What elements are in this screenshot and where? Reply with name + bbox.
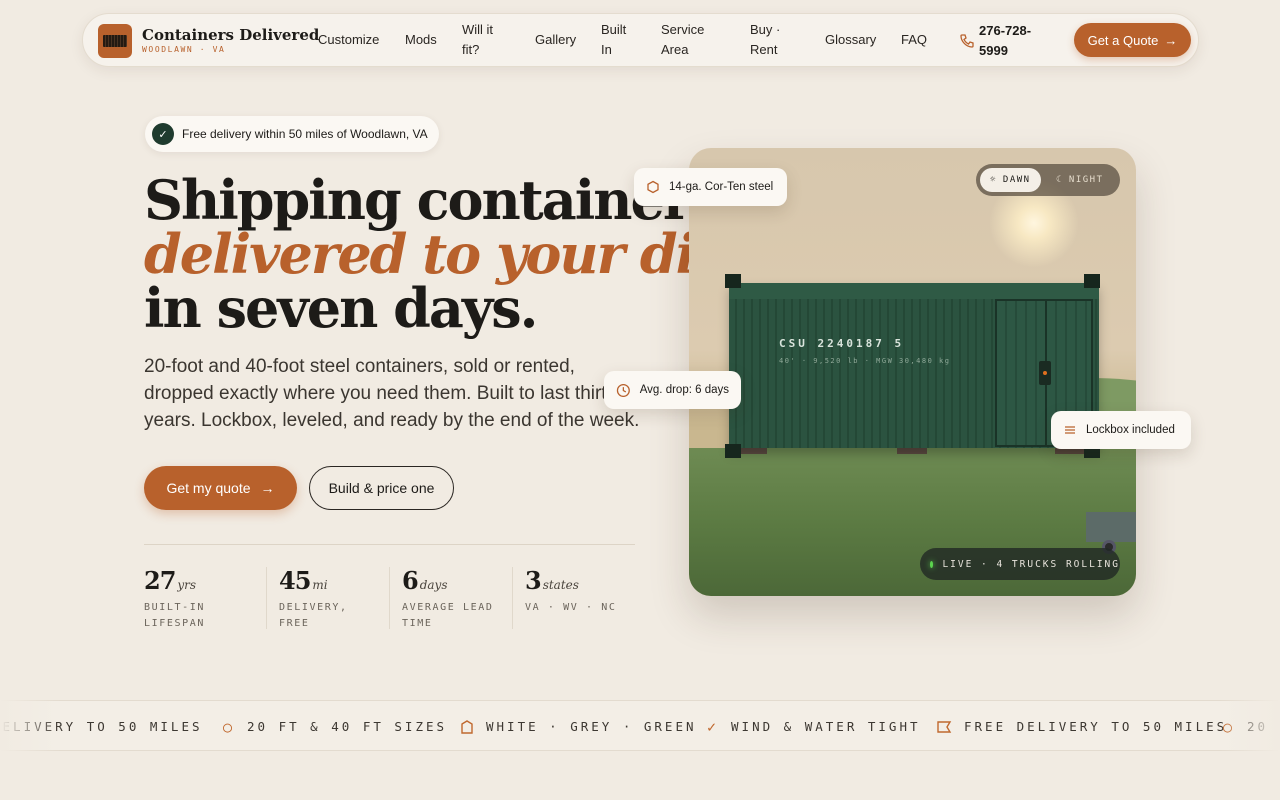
build-and-price-button[interactable]: Build & price one	[309, 466, 454, 510]
nav-link-will-it-fit[interactable]: Will it fit?	[462, 20, 506, 60]
check-icon: ✓	[707, 717, 720, 736]
dawn-night-toggle[interactable]: ☼ DAWN ☾ NIGHT	[976, 164, 1120, 196]
marquee-fade-right	[1220, 700, 1280, 751]
check-icon: ✓	[152, 123, 174, 145]
stat-label: VA · WV · NC	[525, 602, 617, 613]
headline-line-3: in seven days.	[144, 276, 538, 340]
top-navbar: Containers Delivered WOODLAWN · VA Custo…	[82, 13, 1199, 67]
nav-link-buy-rent[interactable]: Buy · Rent	[750, 20, 784, 60]
get-a-quote-label: Get a Quote	[1087, 32, 1159, 48]
marquee-item: ✓ WIND & WATER TIGHT	[707, 701, 921, 750]
nav-link-customize[interactable]: Customize	[318, 30, 379, 50]
live-status-pill: LIVE · 4 TRUCKS ROLLING	[920, 548, 1120, 580]
marquee-fade-left	[0, 700, 60, 751]
stat-delivery: 45 mi DELIVERY, FREE	[279, 566, 379, 632]
nav-link-built-in[interactable]: Built In	[601, 20, 633, 60]
stat-separator	[266, 567, 267, 629]
stat-label: BUILT-IN LIFESPAN	[144, 602, 205, 629]
steel-tag-text: 14-ga. Cor-Ten steel	[669, 181, 774, 193]
night-option[interactable]: ☾ NIGHT	[1046, 168, 1114, 192]
stat-unit: mi	[312, 578, 328, 592]
stat-value: 27	[144, 566, 176, 595]
brand-location: WOODLAWN · VA	[142, 45, 226, 54]
live-status-text: LIVE · 4 TRUCKS ROLLING	[942, 558, 1120, 570]
dawn-label: DAWN	[1002, 175, 1031, 185]
circle-icon: ○	[223, 717, 236, 736]
stat-value: 6	[402, 566, 419, 595]
marquee-item-text: WHITE · GREY · GREEN	[486, 719, 697, 734]
phone-number-link[interactable]: 276-728-5999	[979, 21, 1049, 61]
stat-lifespan: 27 yrs BUILT-IN LIFESPAN	[144, 566, 224, 632]
stat-value: 3	[525, 566, 542, 595]
steel-tag: 14-ga. Cor-Ten steel	[634, 168, 787, 206]
live-dot-icon	[930, 560, 934, 568]
stat-unit: yrs	[177, 578, 197, 592]
flag-icon	[937, 720, 952, 733]
nav-link-mods[interactable]: Mods	[405, 30, 437, 50]
stat-states: 3 states VA · WV · NC	[525, 566, 635, 616]
dawn-option[interactable]: ☼ DAWN	[980, 168, 1041, 192]
nav-link-glossary[interactable]: Glossary	[825, 30, 876, 50]
marquee-item-text: FREE DELIVERY TO 50 MILES	[964, 719, 1228, 734]
arrow-right-icon: →	[260, 480, 275, 496]
stat-separator	[389, 567, 390, 629]
container-corner	[1084, 274, 1100, 288]
phone-icon	[960, 34, 974, 48]
stat-separator	[512, 567, 513, 629]
stat-unit: states	[542, 578, 579, 592]
get-my-quote-label: Get my quote	[166, 480, 251, 496]
marquee-item: FREE DELIVERY TO 50 MILES	[936, 701, 1228, 750]
container-scene-illustration: CSU 2240187 5 40' · 9,520 lb · MGW 30,48…	[689, 148, 1136, 596]
stat-label: DELIVERY, FREE	[279, 602, 348, 629]
hexagon-icon	[647, 180, 659, 194]
container-corner	[725, 444, 741, 458]
brand-logo-icon[interactable]	[98, 24, 132, 58]
lockbox-tag: Lockbox included	[1051, 411, 1191, 449]
avg-drop-tag-text: Avg. drop: 6 days	[639, 384, 729, 396]
container-corner	[725, 274, 741, 288]
brand-name[interactable]: Containers Delivered	[142, 26, 319, 44]
marquee-item: ○ 20 FT & 40 FT SIZES	[223, 701, 448, 750]
stat-label: AVERAGE LEAD TIME	[402, 602, 494, 629]
delivery-badge-text: Free delivery within 50 miles of Woodlaw…	[182, 127, 428, 141]
tag-icon	[461, 719, 473, 734]
get-my-quote-button[interactable]: Get my quote →	[144, 466, 297, 510]
marquee-item-text: 20 FT & 40 FT SIZES	[247, 719, 448, 734]
headline-line-2: delivered to your dirt	[144, 222, 746, 286]
moon-icon: ☾	[1056, 175, 1063, 185]
lockbox-tag-text: Lockbox included	[1086, 424, 1175, 436]
stat-value: 45	[279, 566, 311, 595]
clock-icon	[616, 383, 630, 397]
stat-lead-time: 6 days AVERAGE LEAD TIME	[402, 566, 502, 632]
nav-link-gallery[interactable]: Gallery	[535, 30, 576, 50]
container-spec: 40' · 9,520 lb · MGW 30,480 kg	[779, 357, 951, 365]
features-marquee: DELIVERY TO 50 MILES ○ 20 FT & 40 FT SIZ…	[0, 700, 1280, 751]
stat-unit: days	[419, 578, 448, 592]
menu-lines-icon	[1065, 426, 1075, 434]
delivery-badge: ✓ Free delivery within 50 miles of Woodl…	[145, 116, 439, 152]
marquee-item: WHITE · GREY · GREEN	[460, 701, 697, 750]
get-a-quote-button[interactable]: Get a Quote →	[1074, 23, 1191, 57]
stats-divider	[144, 544, 635, 545]
truck-illustration	[1086, 512, 1136, 542]
hero-description: 20-foot and 40-foot steel containers, so…	[144, 356, 640, 431]
shipping-container-illustration: CSU 2240187 5 40' · 9,520 lb · MGW 30,48…	[729, 283, 1099, 448]
marquee-item-text: WIND & WATER TIGHT	[731, 719, 921, 734]
nav-link-faq[interactable]: FAQ	[901, 30, 927, 50]
sun-icon: ☼	[990, 175, 997, 185]
lockbox-icon	[1039, 361, 1051, 385]
arrow-right-icon: →	[1164, 32, 1178, 48]
night-label: NIGHT	[1068, 175, 1104, 185]
avg-drop-tag: Avg. drop: 6 days	[604, 371, 741, 409]
nav-link-service-area[interactable]: Service Area	[661, 20, 713, 60]
container-code: CSU 2240187 5	[779, 337, 905, 350]
